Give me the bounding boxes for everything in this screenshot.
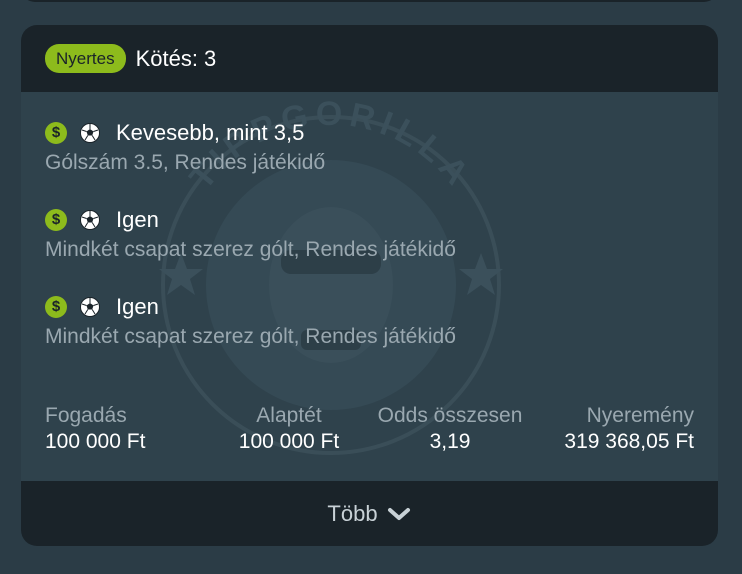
bet-slip-card: TIPPGORILLA Nyertes Kötés: 3 $ Kevesebb,… <box>21 25 718 546</box>
card-header: Nyertes Kötés: 3 <box>21 25 718 92</box>
more-label: Több <box>327 500 378 526</box>
dollar-icon: $ <box>45 296 67 318</box>
chevron-down-icon <box>387 507 410 520</box>
bet-item: $ Kevesebb, mint 3,5 Gólszám 3.5, Rendes… <box>45 118 694 205</box>
more-button[interactable]: Több <box>21 481 718 546</box>
bet-pick: Igen <box>116 294 159 319</box>
status-badge: Nyertes <box>45 44 126 73</box>
bet-count-title: Kötés: 3 <box>135 45 217 71</box>
base-stake-label: Alaptét <box>256 404 322 427</box>
bet-description: Mindkét csapat szerez gólt, Rendes játék… <box>45 325 456 348</box>
bet-list: $ Kevesebb, mint 3,5 Gólszám 3.5, Rendes… <box>45 118 694 379</box>
soccer-ball-icon <box>80 297 100 317</box>
stake-stat: Fogadás 100 000 Ft <box>45 403 145 455</box>
stake-value: 100 000 Ft <box>45 430 146 453</box>
total-odds-stat: Odds összesen 3,19 <box>369 403 531 455</box>
bet-pick: Igen <box>116 207 159 232</box>
bet-description: Mindkét csapat szerez gólt, Rendes játék… <box>45 238 456 261</box>
bet-item: $ Igen Mindkét csapat szerez gólt, Rende… <box>45 205 694 292</box>
total-odds-label: Odds összesen <box>377 404 523 427</box>
bet-pick: Kevesebb, mint 3,5 <box>116 120 305 145</box>
dollar-icon: $ <box>45 209 67 231</box>
base-stake-value: 100 000 Ft <box>238 430 340 453</box>
bet-description: Gólszám 3.5, Rendes játékidő <box>45 151 326 174</box>
soccer-ball-icon <box>80 210 100 230</box>
total-odds-value: 3,19 <box>429 430 471 453</box>
dollar-icon: $ <box>45 122 67 144</box>
winnings-label: Nyeremény <box>586 404 694 427</box>
stake-label: Fogadás <box>45 404 127 427</box>
bet-item: $ Igen Mindkét csapat szerez gólt, Rende… <box>45 292 694 379</box>
base-stake-stat: Alaptét 100 000 Ft <box>229 403 349 455</box>
winnings-value: 319 368,05 Ft <box>564 430 694 453</box>
soccer-ball-icon <box>80 123 100 143</box>
winnings-stat: Nyeremény 319 368,05 Ft <box>564 403 694 455</box>
previous-card-bottom <box>21 0 718 2</box>
